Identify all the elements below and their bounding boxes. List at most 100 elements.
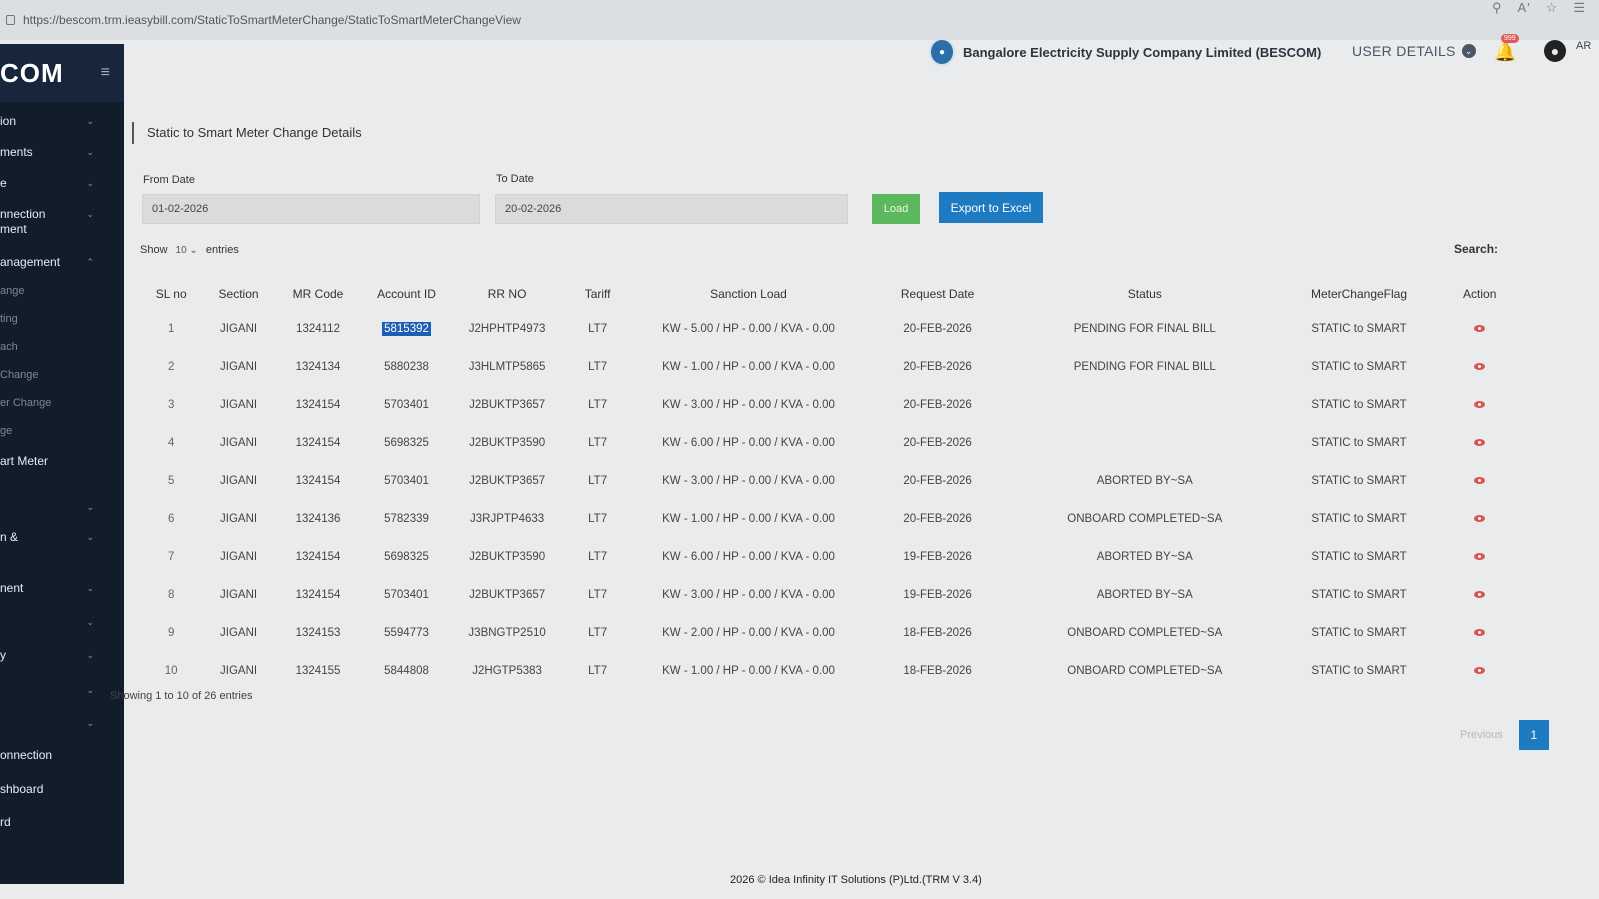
table-cell: LT7	[562, 424, 632, 462]
notification-badge: 999	[1501, 34, 1519, 43]
sidebar-item[interactable]: ⌄	[0, 615, 124, 630]
sidebar-item[interactable]: ge	[0, 424, 124, 439]
cell-text: 10	[164, 665, 178, 677]
zoom-icon[interactable]: ⚲	[1492, 0, 1502, 16]
from-date-input[interactable]	[142, 194, 480, 224]
sidebar-item-label: Change	[0, 369, 39, 381]
cell-text: STATIC to SMART	[1311, 475, 1407, 487]
cell-text: J2HPHTP4973	[468, 323, 546, 335]
column-header[interactable]: Sanction Load	[633, 278, 864, 310]
sidebar-item[interactable]: shboard	[0, 782, 124, 797]
cell-text: JIGANI	[220, 551, 258, 563]
table-cell: 1324136	[275, 500, 362, 538]
table-row: 7 JIGANI 1324154 5698325 J2BUKTP3590 LT7 KW - …	[140, 538, 1520, 576]
sidebar-item[interactable]: onnection	[0, 748, 124, 763]
chevron-icon: ⌄	[86, 209, 94, 219]
table-cell: LT7	[562, 652, 632, 690]
view-eye-icon[interactable]	[1474, 553, 1486, 560]
cell-text: J3BNGTP2510	[468, 627, 546, 639]
chevron-icon: ⌄	[86, 532, 94, 542]
cell-text: STATIC to SMART	[1311, 551, 1407, 563]
cell-text: ABORTED BY~SA	[1096, 551, 1193, 563]
sidebar-item[interactable]: anagement ⌃	[0, 255, 124, 270]
cell-text: PENDING FOR FINAL BILL	[1073, 361, 1216, 373]
sidebar-item[interactable]: ach	[0, 340, 124, 355]
table-info: Showing 1 to 10 of 26 entries	[110, 690, 253, 702]
hamburger-menu-icon[interactable]: ≡	[101, 64, 110, 82]
sidebar-item[interactable]: art Meter	[0, 454, 124, 469]
table-cell: J2BUKTP3657	[452, 576, 563, 614]
user-details-label: USER DETAILS	[1352, 43, 1456, 59]
column-header[interactable]: RR NO	[452, 278, 563, 310]
view-eye-icon[interactable]	[1474, 401, 1486, 408]
sidebar-item-label: ange	[0, 285, 25, 297]
sidebar-item[interactable]: Change	[0, 368, 124, 383]
table-cell: STATIC to SMART	[1279, 348, 1440, 386]
table-cell: 1324153	[275, 614, 362, 652]
sidebar-item[interactable]: rd	[0, 815, 124, 830]
sidebar-item-label: ach	[0, 341, 18, 353]
column-header[interactable]: Status	[1011, 278, 1279, 310]
sidebar-item[interactable]: ⌄	[0, 716, 124, 731]
sidebar-item-label: nent	[0, 581, 24, 595]
table-cell: JIGANI	[202, 462, 274, 500]
table-cell: ONBOARD COMPLETED~SA	[1011, 500, 1279, 538]
sidebar-item[interactable]: er Change	[0, 396, 124, 411]
sidebar-item[interactable]: y ⌄	[0, 648, 124, 663]
page-1-button[interactable]: 1	[1518, 720, 1549, 750]
view-eye-icon[interactable]	[1474, 667, 1486, 674]
sidebar-item[interactable]: nent ⌄	[0, 581, 124, 596]
action-cell	[1439, 614, 1520, 652]
export-to-excel-button[interactable]: Export to Excel	[939, 192, 1043, 223]
column-header[interactable]: Request Date	[864, 278, 1011, 310]
sidebar-item[interactable]: nnection ment ⌄	[0, 207, 124, 237]
view-eye-icon[interactable]	[1474, 629, 1486, 636]
cell-text: ONBOARD COMPLETED~SA	[1067, 513, 1223, 525]
view-eye-icon[interactable]	[1474, 363, 1486, 370]
column-header[interactable]: MeterChangeFlag	[1279, 278, 1440, 310]
cell-text: JIGANI	[220, 361, 258, 373]
user-details-menu[interactable]: USER DETAILS ⌄	[1352, 43, 1476, 59]
table-row: 2 JIGANI 1324134 5880238 J3HLMTP5865 LT7 KW - …	[140, 348, 1520, 386]
to-date-input[interactable]	[495, 194, 848, 224]
user-avatar-icon[interactable]: ●	[1544, 40, 1566, 62]
sidebar-item[interactable]: n & ⌄	[0, 530, 124, 545]
table-cell: 19-FEB-2026	[864, 538, 1011, 576]
sidebar-item[interactable]: ange	[0, 284, 124, 299]
read-aloud-icon[interactable]: A ′	[1517, 0, 1529, 16]
column-header[interactable]: Tariff	[562, 278, 632, 310]
view-eye-icon[interactable]	[1474, 515, 1486, 522]
cell-text: 4	[167, 437, 175, 449]
page-length-select[interactable]: 10 ⌄	[176, 245, 198, 256]
previous-page-button[interactable]: Previous	[1460, 729, 1503, 741]
table-cell: JIGANI	[202, 424, 274, 462]
sidebar-item[interactable]: e ⌄	[0, 176, 124, 191]
view-eye-icon[interactable]	[1474, 325, 1486, 332]
view-eye-icon[interactable]	[1474, 439, 1486, 446]
sidebar-item[interactable]: ting	[0, 312, 124, 327]
column-header[interactable]: Account ID	[361, 278, 452, 310]
column-header[interactable]: Section	[202, 278, 274, 310]
user-initials: AR	[1576, 40, 1592, 52]
sidebar-item[interactable]: ⌄	[0, 500, 124, 515]
favorite-star-icon[interactable]: ☆	[1546, 0, 1558, 16]
sidebar-item[interactable]: ments ⌄	[0, 145, 124, 160]
table-cell: LT7	[562, 462, 632, 500]
table-cell: 5698325	[361, 538, 452, 576]
sidebar-item[interactable]: ⌄	[0, 683, 124, 698]
favorites-list-icon[interactable]: ☰	[1573, 0, 1585, 16]
sidebar-item[interactable]: ion ⌄	[0, 114, 124, 129]
notification-bell-icon[interactable]: 🔔 999	[1494, 34, 1519, 63]
cell-text: 1324154	[295, 475, 341, 487]
load-button[interactable]: Load	[872, 194, 920, 224]
view-eye-icon[interactable]	[1474, 477, 1486, 484]
column-header[interactable]: SL no	[140, 278, 202, 310]
cell-text: LT7	[588, 551, 608, 563]
column-header[interactable]: Action	[1439, 278, 1520, 310]
sidebar-brand: COM ≡	[0, 44, 124, 102]
view-eye-icon[interactable]	[1474, 591, 1486, 598]
column-header[interactable]: MR Code	[275, 278, 362, 310]
table-cell: J2HPHTP4973	[452, 310, 563, 348]
url-text[interactable]: https://bescom.trm.ieasybill.com/StaticT…	[23, 13, 521, 27]
sidebar-item-label: ion	[0, 114, 17, 128]
